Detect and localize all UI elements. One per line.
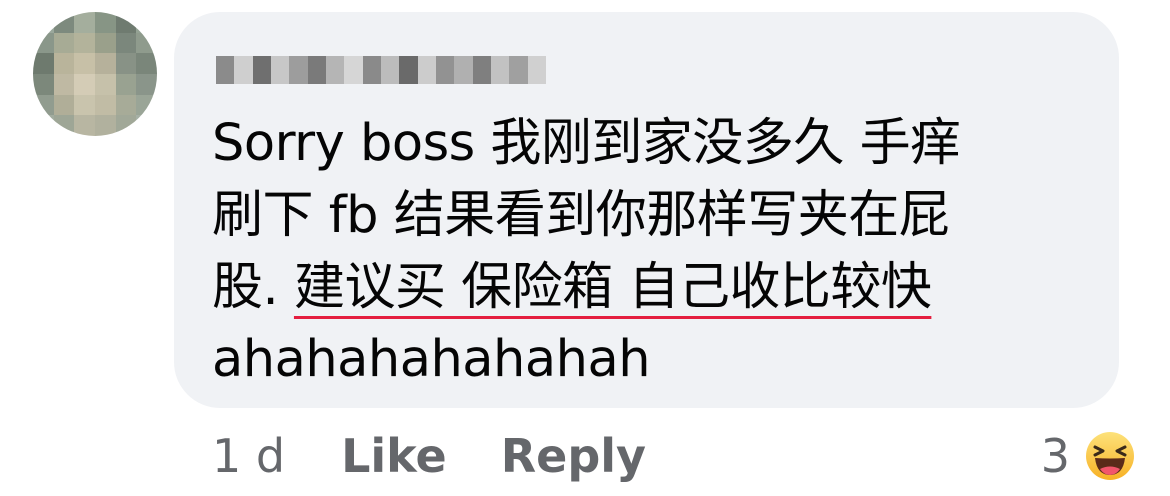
avatar-pixel bbox=[74, 94, 95, 116]
author-name-pixel bbox=[417, 56, 436, 84]
avatar-pixel bbox=[115, 73, 137, 95]
avatar-pixel bbox=[53, 12, 75, 33]
comment-line-3-prefix: 股. bbox=[212, 258, 294, 317]
author-name-pixel bbox=[216, 56, 235, 84]
avatar-pixel bbox=[33, 73, 54, 95]
avatar-pixel bbox=[53, 32, 75, 54]
avatar-pixel bbox=[115, 32, 137, 54]
avatar-pixel bbox=[33, 115, 54, 136]
author-name-pixel bbox=[307, 56, 326, 84]
author-name-pixel bbox=[399, 56, 418, 84]
avatar-pixel bbox=[136, 94, 157, 116]
avatar-pixel bbox=[94, 94, 116, 116]
avatar-pixel bbox=[74, 73, 95, 95]
author-name-pixel bbox=[472, 56, 491, 84]
author-name-pixel bbox=[527, 56, 546, 84]
author-name-pixel bbox=[380, 56, 400, 84]
comment-line-3: 股. 建议买 保险箱 自己收比较快 bbox=[212, 252, 1092, 324]
avatar-pixel bbox=[53, 115, 75, 136]
timestamp[interactable]: 1 d bbox=[212, 429, 285, 483]
avatar-pixel bbox=[33, 53, 54, 74]
avatar-pixel bbox=[115, 12, 137, 33]
avatar-pixel bbox=[136, 115, 157, 136]
author-name-pixel bbox=[234, 56, 253, 84]
author-name-pixel bbox=[509, 56, 528, 84]
avatar-pixel bbox=[33, 94, 54, 116]
avatar-pixel bbox=[94, 115, 116, 136]
avatar-pixel bbox=[74, 53, 95, 74]
avatar-pixel bbox=[74, 32, 95, 54]
avatar-pixel bbox=[74, 12, 95, 33]
comment-line-2: 刷下 fb 结果看到你那样写夹在屁 bbox=[212, 186, 950, 245]
avatar-pixel bbox=[94, 53, 116, 74]
spellcheck-underlined-text: 建议买 保险箱 自己收比较快 bbox=[293, 258, 932, 317]
comment-text: Sorry boss 我刚到家没多久 手痒 刷下 fb 结果看到你那样写夹在屁 … bbox=[212, 108, 1092, 396]
avatar-pixel bbox=[53, 53, 75, 74]
comment-bubble: Sorry boss 我刚到家没多久 手痒 刷下 fb 结果看到你那样写夹在屁 … bbox=[174, 12, 1119, 408]
avatar-pixel bbox=[136, 53, 157, 74]
avatar-pixel bbox=[94, 73, 116, 95]
avatar-pixel bbox=[33, 32, 54, 54]
comment-actions: 1 d Like Reply bbox=[212, 428, 700, 484]
author-name-pixel bbox=[270, 56, 290, 84]
author-name-pixel bbox=[362, 56, 381, 84]
avatar-pixel bbox=[74, 115, 95, 136]
comment-line-4: ahahahahahahah bbox=[212, 330, 651, 389]
reaction-summary[interactable]: 3 bbox=[1041, 426, 1138, 486]
comment-line-1: Sorry boss 我刚到家没多久 手痒 bbox=[212, 114, 961, 173]
avatar-pixel bbox=[115, 53, 137, 74]
author-name-pixel bbox=[454, 56, 473, 84]
author-name-pixel bbox=[289, 56, 308, 84]
avatar-pixel bbox=[136, 32, 157, 54]
avatar[interactable] bbox=[33, 12, 157, 136]
author-name-pixel bbox=[252, 56, 271, 84]
avatar-pixel bbox=[136, 73, 157, 95]
like-button[interactable]: Like bbox=[341, 429, 447, 483]
author-name-pixel bbox=[435, 56, 455, 84]
avatar-pixel bbox=[53, 94, 75, 116]
avatar-pixel bbox=[94, 12, 116, 33]
reply-button[interactable]: Reply bbox=[501, 429, 646, 483]
avatar-pixel bbox=[53, 73, 75, 95]
reaction-count: 3 bbox=[1040, 429, 1070, 483]
avatar-pixel bbox=[94, 32, 116, 54]
avatar-pixel bbox=[33, 12, 54, 33]
avatar-pixel bbox=[115, 115, 137, 136]
avatar-pixel bbox=[115, 94, 137, 116]
author-name-pixel bbox=[490, 56, 510, 84]
avatar-pixel bbox=[136, 12, 157, 33]
author-name-pixel bbox=[325, 56, 345, 84]
author-name-pixel bbox=[344, 56, 363, 84]
haha-emoji-icon bbox=[1083, 429, 1137, 483]
author-name-redacted[interactable] bbox=[216, 56, 546, 84]
